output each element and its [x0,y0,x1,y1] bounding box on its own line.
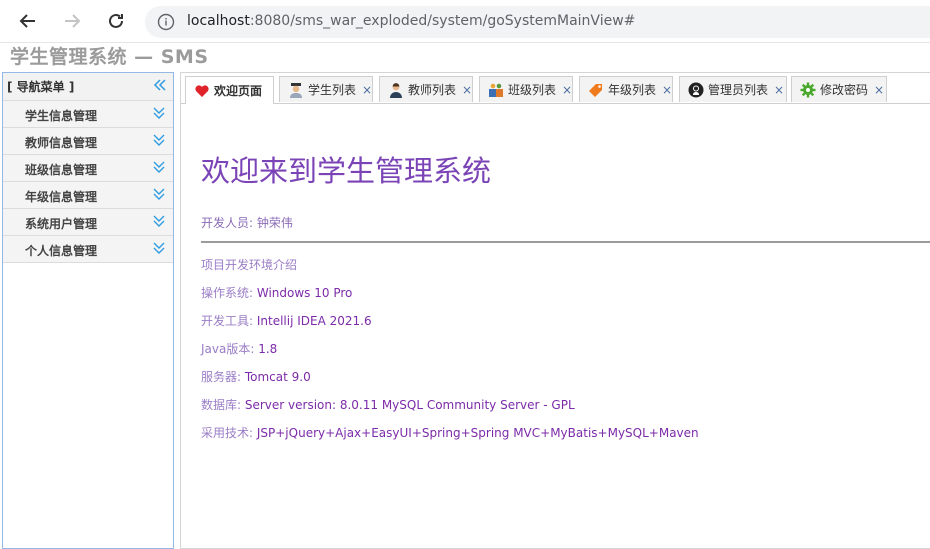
tab-label: 班级列表 [508,83,557,97]
env-title-text: 项目开发环境介绍 [201,258,298,272]
tab-label: 欢迎页面 [214,84,263,98]
tab-change-password[interactable]: 修改密码 × [791,76,887,102]
teacher-icon [390,82,402,98]
env-tech: 采用技术: JSP+jQuery+Ajax+EasyUI+Spring+Spri… [201,424,699,441]
nav-item-label: 个人信息管理 [25,244,98,258]
developer-label: 开发人员: [201,216,257,230]
tag-icon [589,83,602,97]
tabs-panel: 欢迎页面 学生列表 × 教师列表 × 班级列表 × 年级列表 × 管理员列表 × 修改密码… [180,72,930,549]
nav-item-teacher[interactable]: 教师信息管理 [3,128,173,155]
close-tab-icon[interactable]: × [362,83,372,97]
env-server: 服务器: Tomcat 9.0 [201,368,311,385]
env-key: 开发工具: [201,314,257,328]
github-icon [688,82,704,97]
tab-strip: 欢迎页面 学生列表 × 教师列表 × 班级列表 × 年级列表 × 管理员列表 × 修改密码… [181,73,930,104]
welcome-heading: 欢迎来到学生管理系统 [201,154,492,188]
url-text[interactable]: localhost:8080/sms_war_exploded/system/g… [187,13,635,29]
nav-header-title: [ 导航菜单 ] [7,80,75,94]
env-key: 采用技术: [201,426,257,440]
tab-label: 管理员列表 [708,83,769,97]
divider [201,241,930,243]
nav-item-system-user[interactable]: 系统用户管理 [3,209,173,236]
tab-admin-list[interactable]: 管理员列表 × [679,76,787,102]
tab-teacher-list[interactable]: 教师列表 × [379,76,473,102]
tab-welcome[interactable]: 欢迎页面 [185,76,274,104]
close-tab-icon[interactable]: × [874,83,884,97]
close-tab-icon[interactable]: × [662,83,672,97]
env-value: JSP+jQuery+Ajax+EasyUI+Spring+Spring MVC… [256,426,699,440]
address-bar[interactable]: localhost:8080/sms_war_exploded/system/g… [145,6,930,38]
nav-panel: [ 导航菜单 ] 学生信息管理 教师信息管理 班级信息管理 年级信息管理 系统用… [2,72,174,549]
back-button[interactable] [14,8,42,34]
close-tab-icon[interactable]: × [774,83,784,97]
nav-item-grade[interactable]: 年级信息管理 [3,182,173,209]
class-icon [489,83,503,97]
chevron-double-down-icon[interactable] [153,214,165,228]
nav-item-student[interactable]: 学生信息管理 [3,101,173,128]
tab-label: 学生列表 [308,83,357,97]
app-title: 学生管理系统 — SMS [10,46,209,68]
forward-button[interactable] [58,8,86,34]
env-value: Intellij IDEA 2021.6 [256,314,372,328]
chevron-double-down-icon[interactable] [153,160,165,174]
env-value: Server version: 8.0.11 MySQL Community S… [244,398,575,412]
nav-item-label: 教师信息管理 [25,136,98,150]
chevron-double-down-icon[interactable] [153,106,165,120]
env-os: 操作系统: Windows 10 Pro [201,284,352,301]
nav-item-label: 学生信息管理 [25,109,98,123]
chevron-double-down-icon[interactable] [153,187,165,201]
env-java: Java版本: 1.8 [201,340,277,357]
tab-grade-list[interactable]: 年级列表 × [579,76,673,102]
close-tab-icon[interactable]: × [562,83,572,97]
env-key: 数据库: [201,398,245,412]
gear-icon [800,82,816,97]
nav-item-class[interactable]: 班级信息管理 [3,155,173,182]
developer-line: 开发人员: 钟荣伟 [201,214,293,231]
nav-item-label: 班级信息管理 [25,163,98,177]
tab-label: 修改密码 [820,83,869,97]
forward-arrow-icon [65,14,81,28]
env-value: Tomcat 9.0 [244,370,311,384]
env-value: 1.8 [258,342,278,356]
tab-class-list[interactable]: 班级列表 × [479,76,573,102]
developer-name: 钟荣伟 [256,216,293,230]
chevron-double-down-icon[interactable] [153,241,165,255]
nav-item-label: 年级信息管理 [25,190,98,204]
nav-item-personal[interactable]: 个人信息管理 [3,236,173,263]
tab-label: 教师列表 [408,83,457,97]
close-tab-icon[interactable]: × [462,83,472,97]
env-value: Windows 10 Pro [256,286,353,300]
env-database: 数据库: Server version: 8.0.11 MySQL Commun… [201,396,575,413]
nav-item-label: 系统用户管理 [25,217,98,231]
env-ide: 开发工具: Intellij IDEA 2021.6 [201,312,372,329]
info-icon[interactable] [157,13,175,31]
tab-student-list[interactable]: 学生列表 × [279,76,373,102]
nav-header: [ 导航菜单 ] [3,73,173,101]
tab-label: 年级列表 [608,83,657,97]
reload-button[interactable] [102,8,130,34]
env-title: 项目开发环境介绍 [201,256,297,273]
url-path: :8080/sms_war_exploded/system/goSystemMa… [249,13,636,29]
env-key: 操作系统: [201,286,257,300]
student-icon [290,82,302,98]
collapse-left-icon[interactable] [153,78,167,92]
reload-icon [109,13,123,28]
env-key: Java版本: [201,342,259,356]
env-key: 服务器: [201,370,245,384]
heart-icon [195,84,209,97]
back-arrow-icon [19,14,35,28]
url-host: localhost [187,13,250,29]
browser-toolbar: localhost:8080/sms_war_exploded/system/g… [0,0,930,43]
chevron-double-down-icon[interactable] [153,133,165,147]
